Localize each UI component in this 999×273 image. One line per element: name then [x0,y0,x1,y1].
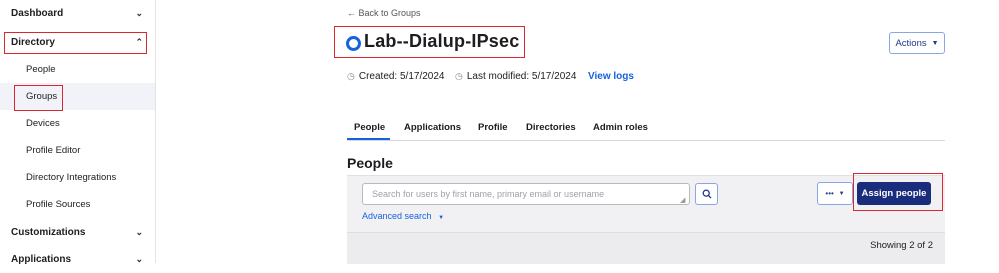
tab-bar: People Applications Profile Directories … [347,116,945,141]
search-button[interactable] [695,183,718,205]
tab-directories[interactable]: Directories [526,122,576,133]
advanced-search-link[interactable]: Advanced search ▼ [362,211,444,221]
active-tab-indicator [347,138,390,140]
sidebar-item-directory-integrations[interactable]: Directory Integrations [0,164,155,191]
tab-applications[interactable]: Applications [404,122,461,133]
actions-label: Actions [895,37,927,49]
sidebar-item-label: Devices [26,118,60,129]
sidebar-item-profile-editor[interactable]: Profile Editor [0,137,155,164]
actions-button[interactable]: Actions ▼ [889,32,945,54]
sidebar-item-label: Profile Sources [26,199,91,210]
sidebar-item-label: Profile Editor [26,145,81,156]
resize-grip-icon: ◢ [680,197,686,204]
nav-customizations[interactable]: Customizations ⌄ [0,219,155,246]
chevron-down-icon: ⌄ [135,8,143,18]
results-count: Showing 2 of 2 [870,240,933,251]
more-icon: ••• [825,189,834,198]
nav-dashboard[interactable]: Dashboard ⌄ [0,0,155,27]
search-icon [702,189,711,199]
nav-applications[interactable]: Applications ⌄ [0,246,155,273]
clock-icon: ◷ [455,71,463,81]
clock-icon: ◷ [347,71,355,81]
caret-down-icon: ▼ [838,190,845,197]
tab-admin-roles[interactable]: Admin roles [593,122,648,133]
caret-down-icon: ▼ [931,39,939,47]
results-header [347,232,945,264]
chevron-down-icon: ⌄ [135,227,143,237]
nav-dashboard-label: Dashboard [11,8,64,19]
view-logs-wrap: View logs [588,71,634,82]
advanced-search-label: Advanced search [362,211,432,221]
page-title: Lab--Dialup-IPsec [364,31,520,51]
nav-directory-label: Directory [11,37,55,48]
sidebar-item-label: Directory Integrations [26,172,117,183]
created-date: Created: 5/17/2024 [358,71,445,82]
sidebar-item-groups[interactable]: Groups [0,83,155,110]
group-status-icon [346,36,361,51]
sidebar-item-devices[interactable]: Devices [0,110,155,137]
created-info: ◷ Created: 5/17/2024 [347,71,444,82]
tab-people[interactable]: People [354,122,385,133]
search-input[interactable] [362,183,690,205]
sidebar: Dashboard ⌄ Directory ⌃ People Groups De… [0,0,156,265]
caret-down-icon: ▼ [438,215,445,221]
chevron-up-icon: ⌃ [135,37,143,47]
modified-date: Last modified: 5/17/2024 [466,71,577,82]
nav-directory[interactable]: Directory ⌃ [0,29,155,56]
modified-info: ◷ Last modified: 5/17/2024 [455,71,576,82]
sidebar-item-profile-sources[interactable]: Profile Sources [0,191,155,218]
assign-people-button[interactable]: Assign people [857,182,931,205]
section-heading: People [347,155,393,171]
sidebar-item-label: People [26,64,56,75]
tab-profile[interactable]: Profile [478,122,508,133]
more-options-button[interactable]: ••• ▼ [817,182,853,205]
sidebar-item-people[interactable]: People [0,56,155,83]
nav-customizations-label: Customizations [11,227,86,238]
sidebar-item-label: Groups [26,91,58,102]
back-to-groups-link[interactable]: ← Back to Groups [347,8,421,18]
view-logs-link[interactable]: View logs [588,71,634,82]
nav-applications-label: Applications [11,254,72,265]
chevron-down-icon: ⌄ [135,254,143,264]
